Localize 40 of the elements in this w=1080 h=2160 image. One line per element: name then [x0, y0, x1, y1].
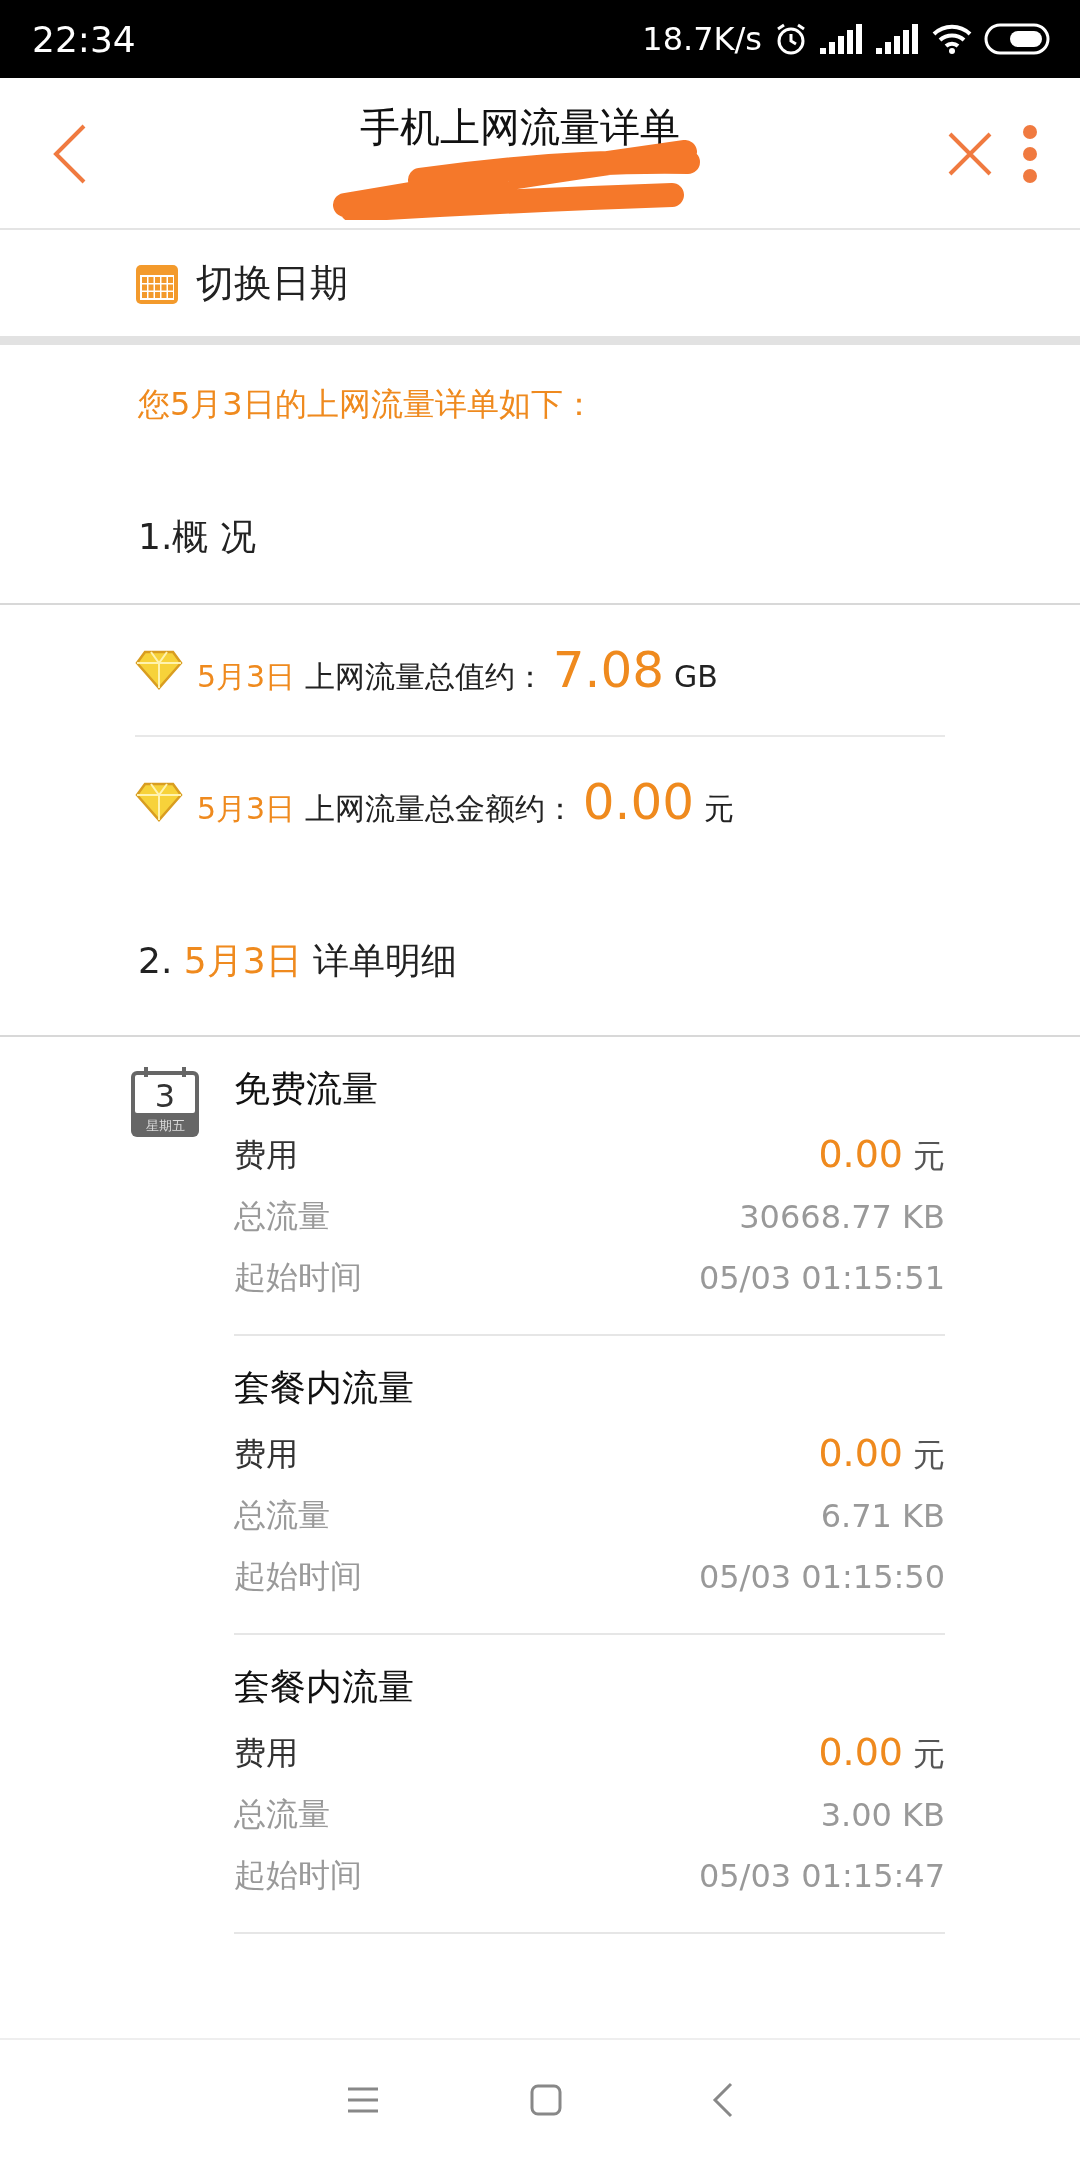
wifi-icon [932, 23, 972, 55]
signal-icon [820, 24, 864, 54]
field-value: 05/03 01:15:50 [698, 1557, 945, 1596]
more-icon [1022, 124, 1038, 184]
field-value: 3.00 KB [820, 1795, 945, 1834]
field-label: 总流量 [234, 1195, 330, 1237]
diamond-icon [135, 782, 183, 822]
item-title: 套餐内流量 [234, 1366, 415, 1410]
page-title: 手机上网流量详单 [359, 103, 681, 152]
field-label: 费用 [234, 1134, 298, 1176]
diamond-icon [135, 650, 183, 690]
item-title: 套餐内流量 [234, 1665, 415, 1709]
fee-value: 0.00 元 [817, 1431, 945, 1477]
close-icon [947, 131, 993, 177]
fee-value: 0.00 元 [817, 1730, 945, 1776]
field-value: 30668.77 KB [739, 1197, 945, 1236]
field-label: 费用 [234, 1433, 298, 1475]
back-icon[interactable] [712, 2082, 734, 2118]
network-speed: 18.7K/s [642, 20, 762, 58]
summary-text: 5月3日 上网流量总值约： 7.08 GB [197, 641, 718, 699]
field-value: 05/03 01:15:51 [698, 1258, 945, 1297]
field-label: 总流量 [234, 1494, 330, 1536]
signal-icon [876, 24, 920, 54]
field-label: 起始时间 [234, 1854, 362, 1896]
intro-text: 您5月3日的上网流量详单如下： [137, 384, 596, 425]
field-value: 05/03 01:15:47 [698, 1856, 945, 1895]
section-heading: 2. 5月3日 详单明细 [137, 939, 459, 983]
field-label: 费用 [234, 1732, 298, 1774]
fee-value: 0.00 元 [817, 1132, 945, 1178]
home-icon[interactable] [530, 2084, 562, 2116]
item-title: 免费流量 [234, 1067, 379, 1111]
field-value: 6.71 KB [820, 1496, 945, 1535]
section-heading: 1.概 况 [137, 515, 257, 559]
field-label: 起始时间 [234, 1256, 362, 1298]
menu-icon[interactable] [346, 2086, 380, 2114]
field-label: 总流量 [234, 1793, 330, 1835]
summary-text: 5月3日 上网流量总金额约： 0.00 元 [197, 773, 735, 831]
clock: 22:34 [32, 18, 137, 60]
field-label: 起始时间 [234, 1555, 362, 1597]
battery-icon [984, 23, 1050, 55]
